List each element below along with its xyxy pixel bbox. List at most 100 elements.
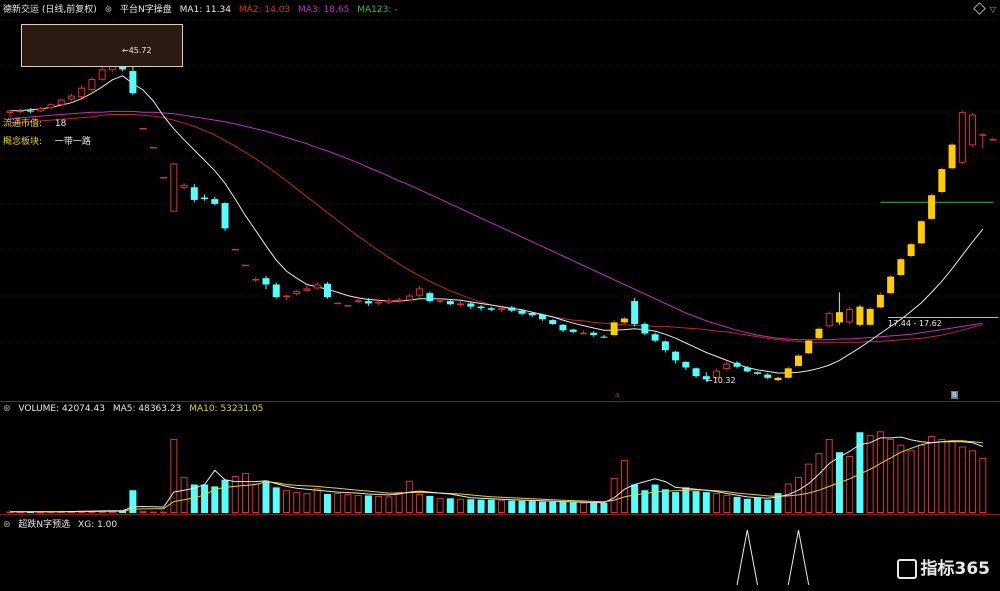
volume-bar (149, 511, 157, 514)
candle-body (6, 110, 14, 113)
volume-bar (743, 498, 751, 513)
volume-bar (272, 487, 280, 513)
volume-bar (969, 450, 977, 513)
dropdown-triangle-icon[interactable]: ▽ (990, 5, 996, 14)
candle-body (641, 324, 649, 334)
settings-icon[interactable]: ⊛ (105, 5, 113, 15)
candle-body (938, 169, 946, 193)
low-price-annotation: ←10.32 (706, 376, 736, 385)
volume-bar (610, 477, 618, 514)
float-market-cap: 流通市值: 18 (3, 119, 67, 129)
candle-body (969, 114, 977, 146)
candle-body (784, 368, 792, 378)
indicator-name[interactable]: 平台N字操盘 (120, 5, 172, 15)
ma123-value: MA123: - (357, 5, 398, 15)
candle-body (651, 334, 659, 341)
candle-body (610, 322, 618, 336)
candle-body (364, 301, 372, 304)
volume-bar (395, 492, 403, 514)
candle-body (600, 336, 608, 338)
candle-body (661, 341, 669, 351)
candle-body (897, 259, 905, 276)
candle-body (866, 309, 874, 325)
candle-body (928, 195, 936, 219)
chart-svg[interactable] (0, 0, 1000, 587)
candle-body (446, 301, 454, 305)
volume-bar (682, 487, 690, 513)
candle-body (303, 288, 311, 291)
panel-divider-2[interactable] (0, 514, 1000, 515)
volume-bar (620, 459, 628, 513)
volume-bar (651, 484, 659, 513)
candle-body (498, 308, 506, 310)
candle-body (26, 110, 34, 112)
signal-lines (736, 529, 810, 586)
candle-body (569, 329, 577, 332)
volume-bar (47, 511, 55, 514)
vol-ma5-value: MA5: 48363.23 (112, 404, 182, 414)
candle-body (958, 112, 966, 163)
volume-bar (549, 501, 557, 513)
volume-bar (37, 512, 45, 514)
candle-body (344, 305, 352, 307)
candle-body (252, 278, 260, 281)
candle-body (129, 71, 137, 94)
volume-bar (672, 492, 680, 513)
candle-body (682, 361, 690, 368)
volume-bar (702, 492, 710, 513)
marker-b: B (951, 391, 958, 399)
volume-bar (692, 491, 700, 513)
concept-sector: 概念板块: 一带一路 (3, 137, 91, 147)
candle-body (149, 146, 157, 149)
price-grid (0, 19, 1000, 343)
volume-bar (815, 453, 823, 513)
vol-ma10-value: MA10: 53231.05 (189, 404, 264, 414)
candle-body (723, 363, 731, 370)
candle-body (282, 295, 290, 298)
signal-title: 超跌N字预选 (18, 520, 71, 530)
candle-body (774, 377, 782, 381)
volume-bar (457, 498, 465, 513)
candle-body (67, 95, 75, 100)
candle-body (559, 324, 567, 331)
candle-body (57, 99, 65, 106)
volume-bar (917, 444, 925, 514)
candle-body (631, 301, 639, 325)
chart-stage[interactable] (0, 0, 1000, 587)
candle-body (907, 244, 915, 257)
volume-bar (958, 446, 966, 513)
candle-body (190, 187, 198, 200)
candle-body (37, 108, 45, 112)
volume-bar (262, 480, 270, 513)
candle-body (323, 283, 331, 298)
volume-bar (242, 473, 250, 514)
candle-body (139, 127, 147, 130)
volume-bar (16, 511, 24, 514)
candle-body (180, 184, 188, 189)
volume-bar (590, 502, 598, 513)
panel-divider-1[interactable] (0, 401, 1000, 402)
volume-bar (928, 436, 936, 513)
volume-bar (631, 484, 639, 513)
ma2-line (9, 114, 983, 343)
candle-body (549, 320, 557, 325)
volume-bar (764, 499, 772, 513)
candle-body (242, 264, 250, 267)
stock-title[interactable]: 德新交运 (日线,前复权) (3, 5, 97, 15)
candlesticks (6, 61, 997, 382)
high-price-annotation: ←45.72 (122, 46, 152, 55)
candle-body (375, 301, 383, 304)
volume-bar (313, 488, 321, 513)
candle-body (262, 278, 270, 285)
main-header: 德新交运 (日线,前复权) ⊛ 平台N字操盘 MA1: 11.34 MA2: 1… (3, 2, 402, 15)
candle-body (528, 312, 536, 316)
volume-bar (477, 499, 485, 513)
volume-bar (948, 440, 956, 513)
candle-body (764, 374, 772, 378)
candle-body (692, 368, 700, 377)
xg-signal-spike (736, 529, 759, 586)
candle-body (743, 367, 751, 372)
candle-body (334, 302, 342, 305)
candle-body (385, 300, 393, 303)
candle-body (876, 294, 884, 308)
